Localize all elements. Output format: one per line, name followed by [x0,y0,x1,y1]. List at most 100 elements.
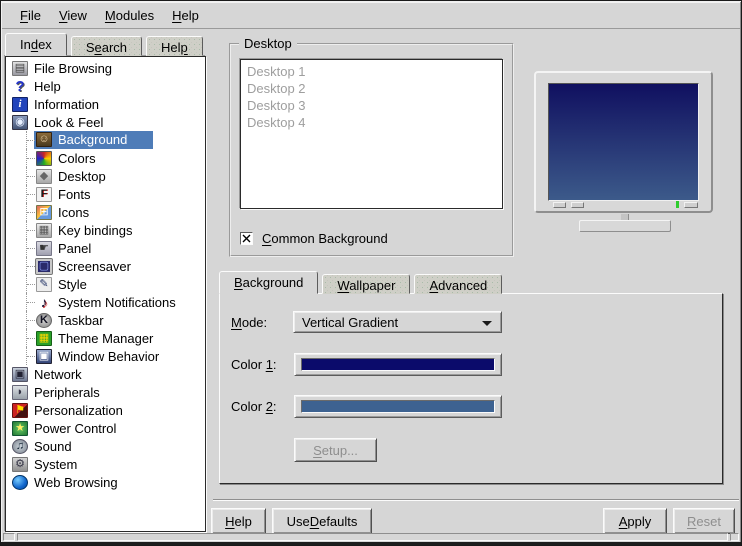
monitor-preview [534,71,713,213]
menu-help[interactable]: Help [163,4,208,27]
tree-item-label: Network [34,367,82,382]
tree-branch-line [6,347,36,365]
tree-item-content: ✎Style [36,277,87,292]
tree-item-look-feel[interactable]: ◉ Look & Feel [6,113,205,131]
icons-icon: ⊞ [36,205,52,220]
tab-background[interactable]: Background [219,271,318,294]
tree-item-label: Screensaver [58,259,131,274]
tree-item-content: ◗Peripherals [12,385,100,400]
apply-button[interactable]: Apply [603,508,667,534]
tree-item-personalization[interactable]: ⚑Personalization [6,401,205,419]
tree-item-content: ▣Window Behavior [36,349,159,364]
tree-item-network[interactable]: ▣ Network [6,365,205,383]
tree-item-content: ☺Background [34,131,153,149]
mode-dropdown[interactable]: Vertical Gradient [293,311,502,333]
key-bindings-icon: ▦ [36,223,52,238]
tab-advanced[interactable]: Advanced [414,274,502,294]
tree-item-window-behavior[interactable]: ▣Window Behavior [6,347,205,365]
status-segment [17,533,728,541]
tree-item-label: Peripherals [34,385,100,400]
tree-item-information[interactable]: iInformation [6,95,205,113]
tree-branch-line [6,185,36,203]
tree-branch-line [6,329,36,347]
web-browsing-icon [12,475,28,490]
tree-item-background[interactable]: ☺Background [6,131,205,149]
menu-view[interactable]: View [50,4,96,27]
tree-item-label: Theme Manager [58,331,153,346]
system-icon: ⚙ [12,457,28,472]
tree-item-system-notifications[interactable]: ♪ System Notifications [6,293,205,311]
monitor-button [553,202,566,208]
tree-item-colors[interactable]: Colors [6,149,205,167]
menu-file[interactable]: File [11,4,50,27]
tree-item-panel[interactable]: ☛Panel [6,239,205,257]
tab-index[interactable]: Index [5,33,67,56]
tab-search[interactable]: Search [71,36,142,56]
help-button[interactable]: Help [211,508,266,534]
sidebar-tab-bar: Index Search Help [5,33,207,56]
tree-branch-line [6,257,36,275]
reset-button[interactable]: Reset [673,508,735,534]
system-notifications-icon: ♪ [36,295,52,310]
background-icon: ☺ [36,132,52,147]
look-and-feel-icon: ◉ [12,115,28,130]
tree-item-peripherals[interactable]: ◗Peripherals [6,383,205,401]
tree-item-label: Sound [34,439,72,454]
category-tree: ▤File Browsing?Help iInformation ◉ Look & F… [5,56,206,532]
tree-branch-line [6,293,36,311]
checkbox-x-icon [242,234,251,243]
menu-bar: File View Modules Help [2,2,740,29]
colors-icon [36,151,52,166]
setup-button[interactable]: Setup... [294,438,377,462]
color1-swatch [301,358,495,371]
tree-item-content: iInformation [12,97,99,112]
tree-item-label: System Notifications [58,295,176,310]
tree-item-file-browsing[interactable]: ▤File Browsing [6,59,205,77]
color2-swatch [301,400,495,413]
desktop-groupbox: Desktop Desktop 1Desktop 2Desktop 3Deskt… [229,43,514,257]
network-icon: ▣ [12,367,28,382]
tree-item-content: ▣ Network [12,367,82,382]
tab-wallpaper[interactable]: Wallpaper [322,274,410,294]
status-bar [1,532,741,542]
tab-help[interactable]: Help [146,36,203,56]
desktop-list-item: Desktop 1 [247,63,496,80]
color2-label: Color 2: [231,399,294,414]
tree-item-power-control[interactable]: ★Power Control [6,419,205,437]
tree-item-system[interactable]: ⚙System [6,455,205,473]
tree-item-content: ☛Panel [36,241,91,256]
tree-item-label: Web Browsing [34,475,118,490]
preview-screen [548,83,699,201]
color2-button[interactable] [294,395,502,418]
tree-item-screensaver[interactable]: ▢Screensaver [6,257,205,275]
tree-item-fonts[interactable]: FFonts [6,185,205,203]
tree-item-theme-manager[interactable]: ▦Theme Manager [6,329,205,347]
use-defaults-button[interactable]: Use Defaults [272,508,372,534]
tree-item-help[interactable]: ?Help [6,77,205,95]
desktop-list-item: Desktop 2 [247,80,496,97]
tree-item-key-bindings[interactable]: ▦Key bindings [6,221,205,239]
tree-item-web-browsing[interactable]: Web Browsing [6,473,205,491]
tree-item-icons[interactable]: ⊞Icons [6,203,205,221]
monitor-stand [579,220,671,232]
resize-grip[interactable] [730,533,739,541]
tree-item-sound[interactable]: ♫Sound [6,437,205,455]
information-icon: i [12,97,28,112]
tree-item-content: ▦Key bindings [36,223,132,238]
tree-item-style[interactable]: ✎Style [6,275,205,293]
chevron-down-icon [482,321,492,326]
desktop-list[interactable]: Desktop 1Desktop 2Desktop 3Desktop 4 [240,59,503,209]
common-background-checkbox[interactable] [240,232,253,245]
tree-item-label: File Browsing [34,61,112,76]
color1-button[interactable] [294,353,502,376]
tree-item-content: ⚙System [12,457,77,472]
mode-label: Mode: [231,315,293,330]
window-behavior-icon: ▣ [36,349,52,364]
tree-item-taskbar[interactable]: KTaskbar [6,311,205,329]
tree-item-desktop[interactable]: ◆Desktop [6,167,205,185]
tree-branch-line [6,131,36,149]
tree-item-label: Taskbar [58,313,104,328]
tree-item-content: ◆Desktop [36,169,106,184]
tree-item-label: Look & Feel [34,115,103,130]
menu-modules[interactable]: Modules [96,4,163,27]
